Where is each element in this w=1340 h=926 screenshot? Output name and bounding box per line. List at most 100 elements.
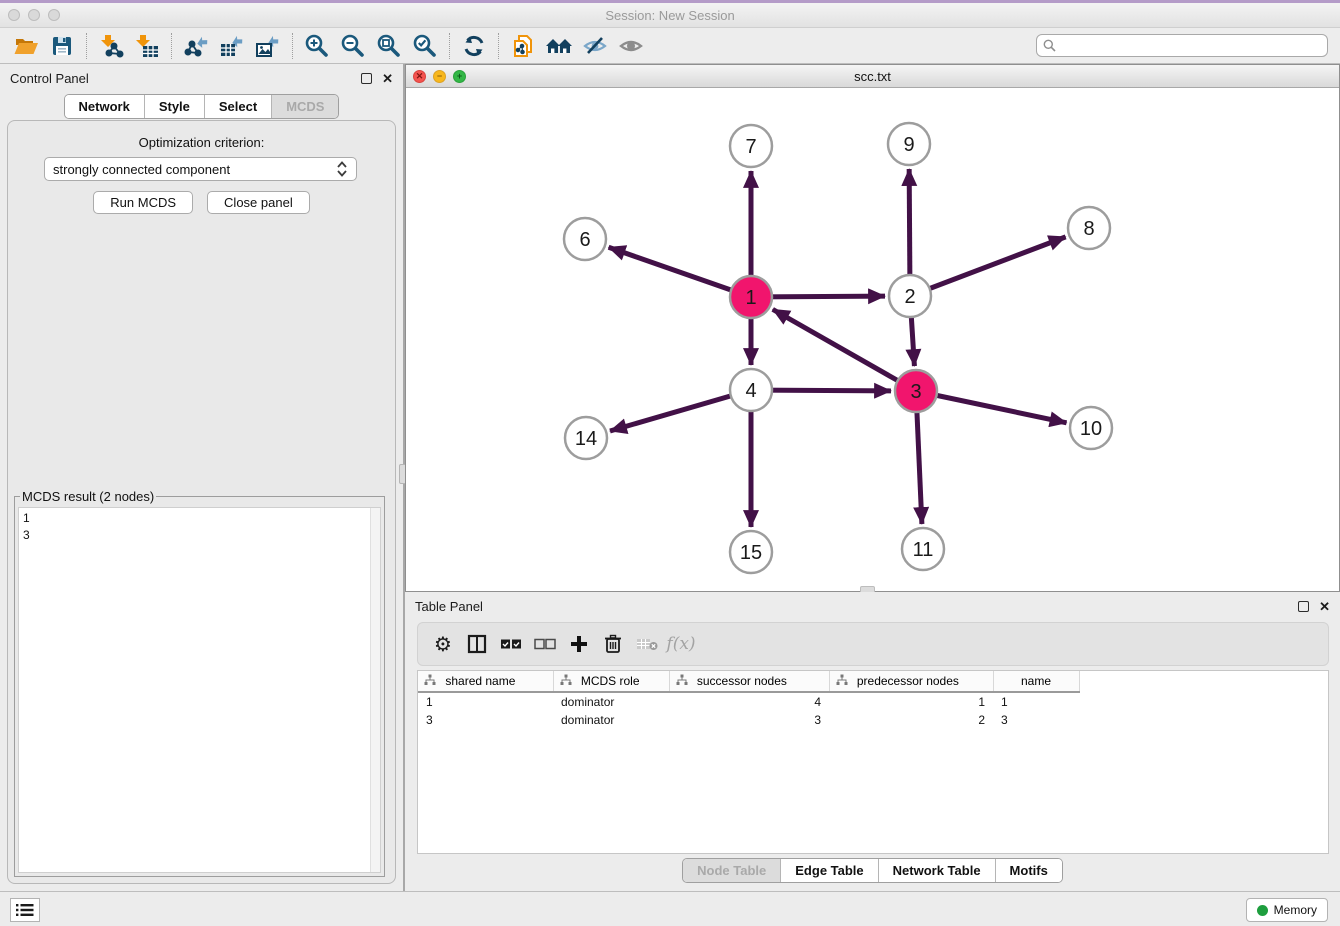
hide-selected-button[interactable] [577,31,613,61]
graph-edge-1-6[interactable] [609,247,751,297]
tab-motifs[interactable]: Motifs [996,859,1062,882]
import-table-button[interactable] [129,31,165,61]
hierarchy-icon [560,674,572,686]
table-cell[interactable]: dominator [553,711,669,729]
gear-icon: ⚙ [434,632,452,656]
float-table-panel-icon[interactable] [1298,601,1309,612]
delete-columns-button[interactable] [598,629,628,659]
hierarchy-icon [424,674,436,686]
tab-node-table[interactable]: Node Table [683,859,781,882]
table-tabs: Node Table Edge Table Network Table Moti… [405,858,1340,883]
table-row[interactable]: 3dominator323 [418,711,1329,729]
column-header-shared-name[interactable]: shared name [418,671,553,692]
zoom-selected-button[interactable] [407,31,443,61]
search-box[interactable] [1036,34,1328,57]
tab-network[interactable]: Network [65,95,145,118]
delete-table-icon [636,637,658,651]
zoom-fit-icon [376,33,402,59]
import-network-button[interactable] [93,31,129,61]
eye-icon [618,33,644,59]
export-image-button[interactable] [250,31,286,61]
table-cell[interactable]: 3 [669,711,829,729]
column-layout-icon [467,634,487,654]
graph-node-label-1: 1 [745,287,756,309]
add-column-button[interactable] [564,629,594,659]
tab-style[interactable]: Style [145,95,205,118]
close-panel-button[interactable]: Close panel [207,191,310,214]
graph-edge-2-8[interactable] [910,237,1066,296]
network-window-titlebar[interactable]: ✕ − + scc.txt [406,65,1339,88]
export-image-icon [255,33,281,59]
graph-edge-3-10[interactable] [916,391,1067,423]
control-panel: Control Panel ✕ Network Style Select MCD… [0,64,403,891]
table-row[interactable]: 1dominator411 [418,692,1329,711]
table-cell[interactable]: 1 [829,692,993,711]
mcds-result-title: MCDS result (2 nodes) [20,489,156,504]
table-cell[interactable]: 3 [418,711,553,729]
result-scrollbar[interactable] [370,508,380,872]
show-all-button[interactable] [613,31,649,61]
save-session-button[interactable] [44,31,80,61]
graph-node-label-11: 11 [913,539,934,561]
export-table-button[interactable] [214,31,250,61]
column-header-predecessor-nodes[interactable]: predecessor nodes [829,671,993,692]
float-panel-icon[interactable] [361,73,372,84]
run-mcds-button[interactable]: Run MCDS [93,191,193,214]
tab-edge-table[interactable]: Edge Table [781,859,878,882]
toolbar-separator [171,33,172,59]
copy-document-icon [510,33,536,59]
hierarchy-icon [676,674,688,686]
fx-icon: f(x) [666,634,695,654]
table-cell[interactable]: 4 [669,692,829,711]
status-bar: Memory [0,891,1340,926]
table-cell[interactable]: 2 [829,711,993,729]
graph-node-label-2: 2 [904,286,915,308]
control-panel-title: Control Panel [10,71,89,86]
table-cell[interactable]: dominator [553,692,669,711]
two-houses-icon [544,33,574,59]
close-table-panel-icon[interactable]: ✕ [1319,601,1330,612]
task-history-button[interactable] [10,898,40,922]
column-header-name[interactable]: name [993,671,1079,692]
tab-select[interactable]: Select [205,95,272,118]
checked-boxes-icon [500,638,522,650]
tab-mcds[interactable]: MCDS [272,95,338,118]
zoom-out-icon [340,33,366,59]
delete-table-button[interactable] [632,629,662,659]
zoom-out-button[interactable] [335,31,371,61]
table-cell[interactable]: 3 [993,711,1079,729]
plus-icon [569,634,589,654]
network-canvas[interactable]: 7968124314101511 [406,88,1339,591]
control-panel-header: Control Panel ✕ [0,64,403,92]
hierarchy-icon [836,674,848,686]
zoom-in-button[interactable] [299,31,335,61]
zoom-fit-button[interactable] [371,31,407,61]
graph-node-label-15: 15 [740,542,762,564]
table-cell[interactable]: 1 [993,692,1079,711]
memory-button[interactable]: Memory [1246,898,1328,922]
table-settings-button[interactable]: ⚙ [428,629,458,659]
refresh-button[interactable] [456,31,492,61]
optimization-criterion-select[interactable]: strongly connected component [44,157,357,181]
unchecked-boxes-icon [534,638,556,650]
column-layout-button[interactable] [462,629,492,659]
close-panel-icon[interactable]: ✕ [382,73,393,84]
mcds-result-area[interactable]: 1 3 [18,507,381,873]
open-session-button[interactable] [8,31,44,61]
search-input[interactable] [1061,39,1321,53]
function-builder-button[interactable]: f(x) [666,629,696,659]
main-toolbar [0,28,1340,64]
graph-edge-3-1[interactable] [773,309,916,391]
table-cell[interactable]: 1 [418,692,553,711]
memory-status-dot [1257,905,1268,916]
select-all-columns-button[interactable] [496,629,526,659]
column-header-successor-nodes[interactable]: successor nodes [669,671,829,692]
column-header-mcds-role[interactable]: MCDS role [553,671,669,692]
unselect-all-columns-button[interactable] [530,629,560,659]
tab-network-table[interactable]: Network Table [879,859,996,882]
first-neighbors-button[interactable] [541,31,577,61]
node-table: shared name MCDS role successor nodes pr… [417,670,1329,854]
copy-view-button[interactable] [505,31,541,61]
eye-slash-icon [582,33,608,59]
export-network-button[interactable] [178,31,214,61]
